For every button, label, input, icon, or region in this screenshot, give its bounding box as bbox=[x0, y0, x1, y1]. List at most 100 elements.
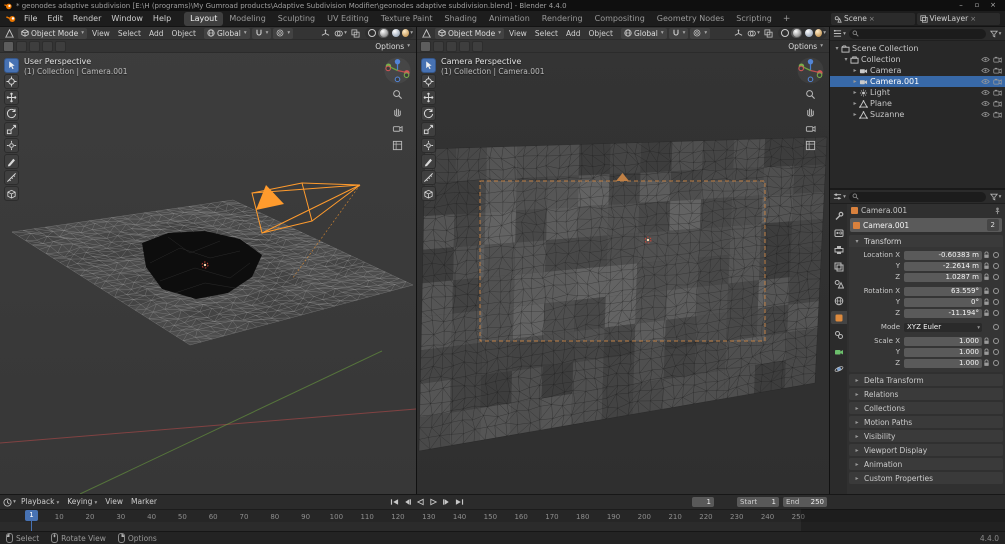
workspace-tab[interactable]: Animation bbox=[483, 12, 536, 26]
tool-move[interactable] bbox=[421, 90, 436, 105]
workspace-tab[interactable]: Scripting bbox=[730, 12, 778, 26]
workspace-tab[interactable]: Layout bbox=[184, 11, 224, 26]
properties-panel-header[interactable]: Collections bbox=[849, 402, 1003, 414]
hide-in-viewport-toggle[interactable] bbox=[981, 56, 990, 63]
hide-in-viewport-toggle[interactable] bbox=[981, 67, 990, 74]
properties-search-input[interactable] bbox=[849, 191, 986, 202]
properties-editor-type-button[interactable] bbox=[833, 191, 846, 202]
expand-caret[interactable] bbox=[842, 56, 850, 63]
xray-toggle[interactable] bbox=[762, 28, 775, 39]
tool-measure[interactable] bbox=[4, 170, 19, 185]
lock-icon[interactable] bbox=[982, 309, 991, 317]
transform-field-value[interactable]: 1.0287 m bbox=[904, 272, 982, 282]
viewport-menu[interactable]: Add bbox=[562, 27, 585, 40]
topbar-menu[interactable]: Edit bbox=[42, 11, 68, 26]
disable-in-renders-toggle[interactable] bbox=[993, 100, 1002, 107]
tab-object[interactable] bbox=[830, 311, 847, 324]
tool-transform[interactable] bbox=[4, 138, 19, 153]
camera-perspective-scene[interactable] bbox=[417, 53, 829, 494]
hide-in-viewport-toggle[interactable] bbox=[981, 111, 990, 118]
shading-wireframe-button[interactable] bbox=[366, 28, 377, 38]
transform-orientation-dropdown[interactable]: Global bbox=[203, 27, 250, 39]
transform-field-value[interactable]: 1.000 bbox=[904, 358, 982, 368]
outliner-filter-button[interactable] bbox=[989, 28, 1002, 39]
timeline-editor-type-button[interactable] bbox=[3, 497, 16, 508]
tab-output[interactable] bbox=[831, 243, 847, 256]
outliner-row[interactable]: Scene Collection bbox=[830, 43, 1005, 54]
properties-panel-header[interactable]: Visibility bbox=[849, 430, 1003, 442]
play-reverse-button[interactable] bbox=[414, 497, 426, 507]
transform-field-value[interactable]: 0° bbox=[904, 297, 982, 307]
tool-move[interactable] bbox=[4, 90, 19, 105]
properties-panel-header[interactable]: Motion Paths bbox=[849, 416, 1003, 428]
lock-icon[interactable] bbox=[982, 348, 991, 356]
properties-panel-header[interactable]: Viewport Display bbox=[849, 444, 1003, 456]
viewport-menu[interactable]: Select bbox=[531, 27, 562, 40]
scene-selector[interactable]: Scene bbox=[831, 12, 915, 25]
workspace-tab[interactable]: Texture Paint bbox=[375, 12, 439, 26]
properties-panel-header[interactable]: Animation bbox=[849, 458, 1003, 470]
lock-icon[interactable] bbox=[982, 251, 991, 259]
tab-render[interactable] bbox=[831, 226, 847, 239]
shading-rendered-button[interactable] bbox=[815, 28, 826, 38]
jump-prev-keyframe-button[interactable] bbox=[401, 497, 413, 507]
hide-in-viewport-toggle[interactable] bbox=[981, 100, 990, 107]
zoom-icon[interactable] bbox=[391, 88, 404, 101]
frame-end-field[interactable]: End 250 bbox=[783, 497, 827, 507]
tab-view-layer[interactable] bbox=[831, 260, 847, 273]
outliner-row[interactable]: Suzanne bbox=[830, 109, 1005, 120]
topbar-menu[interactable]: Help bbox=[148, 11, 176, 26]
topbar-menu[interactable]: Render bbox=[68, 11, 106, 26]
mode-dropdown[interactable]: Object Mode bbox=[435, 27, 505, 39]
transform-orientation-dropdown[interactable]: Global bbox=[620, 27, 667, 39]
workspace-tab[interactable]: Compositing bbox=[589, 12, 651, 26]
show-overlays-toggle[interactable] bbox=[747, 28, 760, 39]
transform-field-value[interactable]: -11.194° bbox=[904, 308, 982, 318]
select-mode-extend-button[interactable] bbox=[16, 40, 27, 52]
workspace-tab[interactable]: UV Editing bbox=[321, 12, 375, 26]
close-button[interactable] bbox=[985, 0, 1001, 11]
animate-decorator[interactable] bbox=[991, 263, 1000, 269]
transform-field-value[interactable]: -0.60383 m bbox=[904, 250, 982, 260]
show-gizmo-toggle[interactable] bbox=[319, 28, 332, 39]
animate-decorator[interactable] bbox=[991, 349, 1000, 355]
lock-icon[interactable] bbox=[982, 359, 991, 367]
timeline-menu[interactable]: Keying bbox=[63, 495, 101, 510]
shading-solid-button[interactable] bbox=[791, 28, 802, 38]
topbar-menu[interactable]: File bbox=[19, 11, 42, 26]
show-overlays-toggle[interactable] bbox=[334, 28, 347, 39]
viewport-menu[interactable]: Object bbox=[168, 27, 200, 40]
animate-decorator[interactable] bbox=[991, 252, 1000, 258]
workspace-tab[interactable]: Sculpting bbox=[272, 12, 321, 26]
tab-object-data[interactable] bbox=[831, 345, 847, 358]
users-count-button[interactable]: 2 bbox=[986, 219, 999, 231]
expand-caret[interactable] bbox=[833, 45, 841, 52]
disable-in-renders-toggle[interactable] bbox=[993, 56, 1002, 63]
viewport-options-dropdown[interactable]: Options bbox=[785, 41, 826, 52]
tool-add-cube[interactable] bbox=[421, 186, 436, 201]
jump-to-start-button[interactable] bbox=[388, 497, 400, 507]
proportional-edit-dropdown[interactable] bbox=[273, 27, 294, 39]
select-mode-invert-button[interactable] bbox=[459, 40, 470, 52]
animate-decorator[interactable] bbox=[991, 338, 1000, 344]
timeline-menu[interactable]: Playback bbox=[17, 495, 63, 510]
expand-caret[interactable] bbox=[851, 78, 859, 85]
select-mode-invert-button[interactable] bbox=[42, 40, 53, 52]
maximize-button[interactable] bbox=[969, 0, 985, 11]
tool-rotate[interactable] bbox=[4, 106, 19, 121]
lock-icon[interactable] bbox=[982, 273, 991, 281]
play-button[interactable] bbox=[427, 497, 439, 507]
tool-select-box[interactable] bbox=[4, 58, 19, 73]
viewport-menu[interactable]: View bbox=[505, 27, 531, 40]
properties-panel-header[interactable]: Delta Transform bbox=[849, 374, 1003, 386]
select-mode-intersect-button[interactable] bbox=[472, 40, 483, 52]
properties-filter-button[interactable] bbox=[989, 191, 1002, 202]
workspace-tab[interactable]: Modeling bbox=[223, 12, 271, 26]
object-name-field[interactable]: Camera.001 2 bbox=[850, 218, 1002, 232]
lock-icon[interactable] bbox=[982, 337, 991, 345]
transform-field-value[interactable]: XYZ Euler bbox=[904, 322, 982, 332]
outliner-row[interactable]: Collection bbox=[830, 54, 1005, 65]
shading-solid-button[interactable] bbox=[378, 28, 389, 38]
select-mode-subtract-button[interactable] bbox=[446, 40, 457, 52]
tool-annotate[interactable] bbox=[421, 154, 436, 169]
